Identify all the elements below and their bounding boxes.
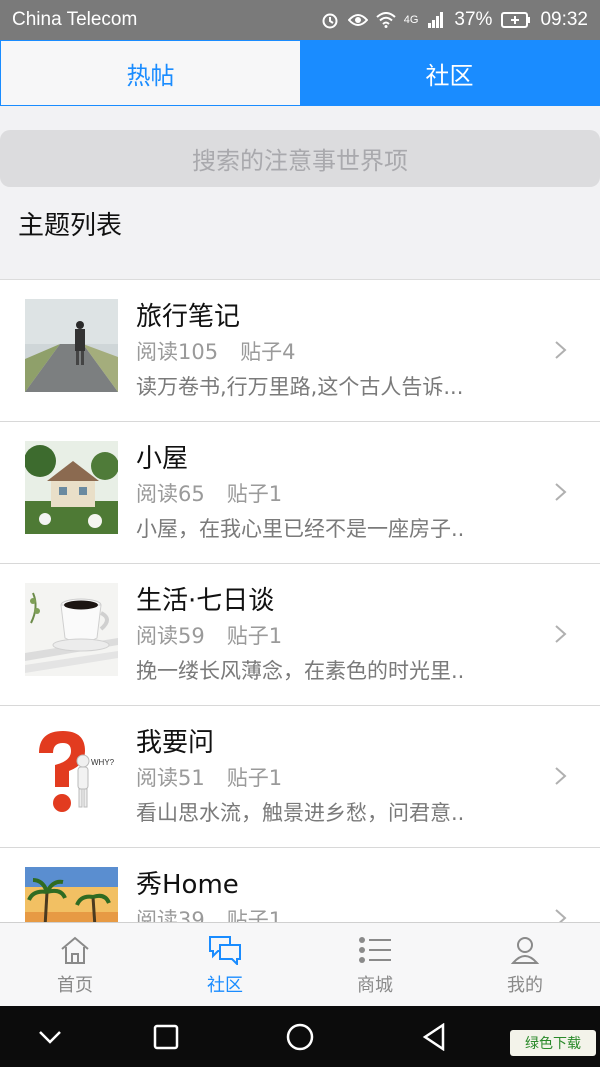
- nav-label: 商城: [357, 975, 393, 996]
- traveler-on-road-image: [25, 299, 118, 392]
- chat-bubbles-icon: [209, 936, 241, 965]
- chevron-right-icon: [555, 341, 567, 359]
- topic-meta: 阅读65 贴子1: [136, 478, 282, 508]
- clock: 09:32: [540, 9, 588, 30]
- topic-list: 旅行笔记 阅读105贴子4 读万卷书,行万里路,这个古人告诉... 小屋 阅读: [0, 279, 600, 923]
- read-count: 阅读105: [136, 340, 219, 364]
- topic-title: 生活·七日谈: [136, 586, 275, 616]
- question-mark-figure-image: WHY?: [25, 725, 118, 818]
- square-icon: [153, 1024, 179, 1050]
- status-bar: China Telecom 4G 37% 09:32: [0, 0, 600, 40]
- read-count: 阅读65: [136, 482, 205, 506]
- wifi-icon: [376, 10, 396, 30]
- nav-home[interactable]: 首页: [0, 923, 150, 1006]
- nav-label: 首页: [57, 975, 93, 996]
- battery-percent: 37%: [454, 9, 493, 30]
- chevron-right-icon: [555, 767, 567, 785]
- bottom-nav: 首页 社区 商城 我的: [0, 922, 600, 1006]
- carrier-label: China Telecom: [12, 9, 138, 30]
- home-button[interactable]: [284, 1021, 316, 1053]
- topic-meta: 阅读59 贴子1: [136, 620, 282, 650]
- post-count: 贴子4: [240, 340, 296, 364]
- tab-community[interactable]: 社区: [300, 41, 599, 105]
- back-triangle-icon: [422, 1023, 445, 1051]
- cottage-image: [25, 441, 118, 534]
- topic-description: 看山思水流，触景进乡愁，问君意..: [136, 801, 465, 825]
- alarm-icon: [320, 10, 340, 30]
- chevron-right-icon: [555, 909, 567, 923]
- network-type: 4G: [403, 14, 419, 26]
- back-button[interactable]: [418, 1021, 450, 1053]
- chevron-right-icon: [555, 483, 567, 501]
- topic-description: 小屋，在我心里已经不是一座房子..: [136, 517, 465, 541]
- topic-meta: 阅读105 贴子4: [136, 336, 295, 366]
- nav-label: 社区: [207, 975, 243, 996]
- battery-icon: [500, 10, 532, 30]
- nav-mine[interactable]: 我的: [450, 923, 600, 1006]
- topic-item-show-home[interactable]: 秀Home 阅读39 贴子1: [0, 848, 600, 923]
- list-icon: [359, 937, 391, 963]
- topic-item-cottage[interactable]: 小屋 阅读65 贴子1 小屋，在我心里已经不是一座房子..: [0, 422, 600, 564]
- watermark-logo: 绿色下载: [510, 1030, 596, 1056]
- recent-apps-button[interactable]: [150, 1021, 182, 1053]
- system-nav-bar: 绿色下载: [0, 1006, 600, 1067]
- collapse-button[interactable]: [34, 1021, 66, 1053]
- topic-description: 挽一缕长风薄念，在素色的时光里..: [136, 659, 465, 683]
- topic-title: 秀Home: [136, 870, 239, 900]
- topic-meta: 阅读51 贴子1: [136, 762, 282, 792]
- topic-title: 我要问: [136, 728, 215, 758]
- nav-label: 我的: [507, 975, 543, 996]
- topic-title: 旅行笔记: [136, 302, 241, 332]
- topic-item-seven-days[interactable]: 生活·七日谈 阅读59 贴子1 挽一缕长风薄念，在素色的时光里..: [0, 564, 600, 706]
- chevron-down-icon: [39, 1031, 61, 1044]
- topic-item-ask[interactable]: WHY? 我要问 阅读51 贴子1 看山思水流，触景进乡愁，问君意..: [0, 706, 600, 848]
- section-title: 主题列表: [18, 211, 123, 241]
- chevron-right-icon: [555, 625, 567, 643]
- top-tabs: 热帖 社区: [0, 40, 600, 106]
- topic-meta: 阅读39 贴子1: [136, 904, 282, 923]
- topic-item-travel-notes[interactable]: 旅行笔记 阅读105 贴子4 读万卷书,行万里路,这个古人告诉...: [0, 280, 600, 422]
- palm-house-image: [25, 867, 118, 923]
- read-count: 阅读39: [136, 908, 205, 923]
- post-count: 贴子1: [226, 624, 283, 648]
- post-count: 贴子1: [226, 482, 283, 506]
- post-count: 贴子1: [226, 766, 283, 790]
- read-count: 阅读59: [136, 624, 205, 648]
- topic-description: 读万卷书,行万里路,这个古人告诉...: [136, 375, 464, 399]
- home-icon: [61, 936, 89, 964]
- svg-text:WHY?: WHY?: [91, 758, 115, 767]
- tab-hot-posts[interactable]: 热帖: [1, 41, 300, 105]
- eye-icon: [347, 10, 368, 30]
- coffee-cup-image: [25, 583, 118, 676]
- nav-mall[interactable]: 商城: [300, 923, 450, 1006]
- nav-community[interactable]: 社区: [150, 923, 300, 1006]
- user-icon: [510, 937, 540, 964]
- topic-title: 小屋: [136, 444, 189, 474]
- circle-icon: [286, 1023, 314, 1051]
- post-count: 贴子1: [226, 908, 283, 923]
- search-input[interactable]: 搜索的注意事世界项: [0, 130, 600, 187]
- signal-icon: [426, 10, 446, 30]
- read-count: 阅读51: [136, 766, 205, 790]
